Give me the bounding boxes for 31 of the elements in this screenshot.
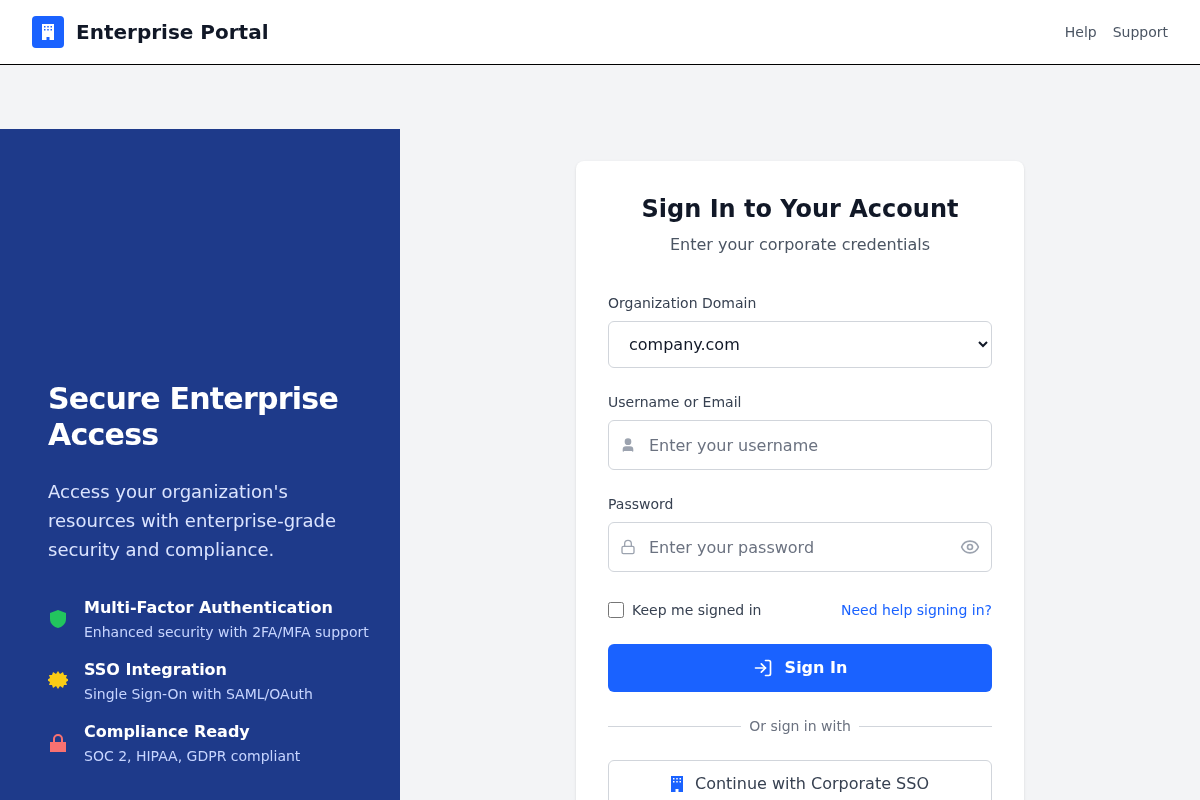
lock-icon xyxy=(620,539,636,555)
feature-text: Enhanced security with 2FA/MFA support xyxy=(84,623,369,642)
nav-link[interactable]: Support xyxy=(1112,22,1168,42)
hero-title: Secure Enterprise Access xyxy=(48,381,340,453)
card-title: Sign In to Your Account xyxy=(640,194,960,225)
user-icon xyxy=(620,437,636,453)
feature-title: Multi-Factor Authentication xyxy=(84,597,334,619)
hero-text: Access your organization's resources with enterprise-grade security and compliance. xyxy=(48,480,337,562)
card-subtitle: Enter your corporate credentials xyxy=(668,234,932,256)
divider-text: Or sign in with xyxy=(749,717,851,736)
nav-link[interactable]: Help xyxy=(1064,22,1097,42)
building-logo-icon xyxy=(32,16,64,48)
sso-button[interactable]: Continue with Corporate SSO xyxy=(608,760,992,800)
feature-text: Single Sign-On with SAML/OAuth xyxy=(84,685,313,704)
domain-select[interactable]: company.com xyxy=(608,321,992,368)
password-field[interactable]: Enter your password xyxy=(608,522,992,572)
help-link[interactable]: Need help signing in? xyxy=(841,600,992,620)
sign-in-button[interactable]: Sign In xyxy=(608,644,992,692)
eye-icon[interactable] xyxy=(960,537,980,557)
building-icon xyxy=(670,776,683,792)
field-label: Username or Email xyxy=(608,393,743,412)
feature-text: SOC 2, HIPAA, GDPR compliant xyxy=(84,747,301,766)
field-label: Organization Domain xyxy=(608,294,758,313)
username-field[interactable]: Enter your username xyxy=(608,420,992,470)
feature-title: Compliance Ready xyxy=(84,721,251,743)
feature-title: SSO Integration xyxy=(84,659,228,681)
app-title: Enterprise Portal xyxy=(76,19,269,46)
checkbox-label: Keep me signed in xyxy=(632,601,762,620)
remember-checkbox[interactable] xyxy=(608,602,624,618)
field-label: Password xyxy=(608,495,675,514)
login-icon xyxy=(752,658,773,678)
